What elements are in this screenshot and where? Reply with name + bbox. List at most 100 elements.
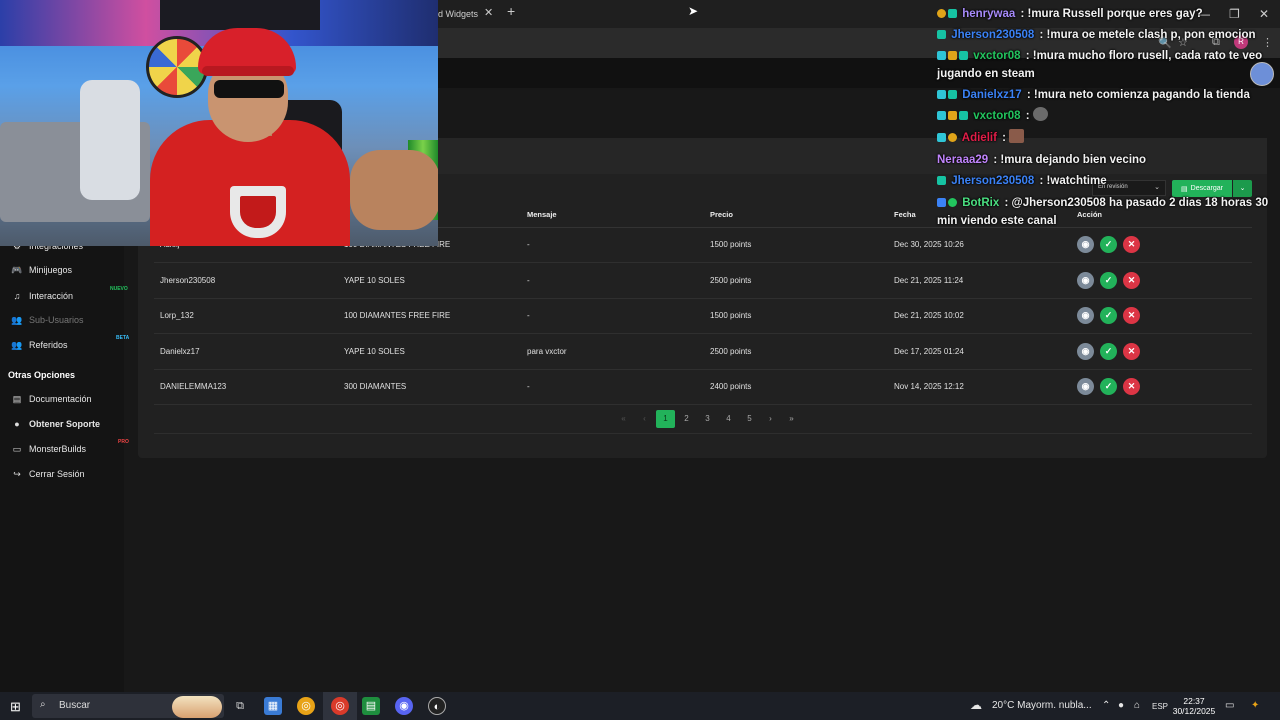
gaming-chair [80,80,140,200]
table-row: Lorp_132 100 DIAMANTES FREE FIRE - 1500 … [154,298,1252,334]
approve-icon[interactable]: ✓ [1100,378,1117,396]
pro-badge: PRO [118,439,129,445]
store-icon[interactable]: ▦ [264,697,282,715]
badge-icon [937,51,946,60]
new-tab-button[interactable]: + [507,3,515,19]
sidebar-item-documentacion[interactable]: ▤ Documentación [10,389,122,409]
sidebar-item-soporte[interactable]: ● Obtener Soporte [10,414,122,434]
sidebar-section-heading: Otras Opciones [8,370,76,380]
last-page-button[interactable]: » [782,410,801,428]
cell-price: 2500 points [704,333,888,370]
chat-username: Danielxz17 [962,89,1022,101]
chat-text: : !watchtime [1036,175,1107,187]
sidebar-item-monsterbuilds[interactable]: ▭ MonsterBuilds PRO [10,439,129,459]
chat-text: : !mura oe metele clash p, pon emocion [1036,29,1256,41]
sidebar-item-label: Cerrar Sesión [29,469,85,479]
approve-icon[interactable]: ✓ [1100,342,1117,360]
cell-message: para vxctor [521,333,704,370]
chrome-profile-icon[interactable]: ◎ [331,697,349,715]
view-icon[interactable]: ◉ [1077,342,1094,360]
sidebar-item-referidos[interactable]: 👥 Referidos BETA [10,335,129,355]
badge-icon [959,51,968,60]
chrome-icon[interactable]: ◎ [297,697,315,715]
approve-icon[interactable]: ✓ [1100,307,1117,325]
streamer-arm [350,150,438,230]
page-button[interactable]: 4 [719,410,738,428]
chat-username: Neraaa29 [937,154,989,166]
cell-message: - [521,298,704,334]
chat-message: Danielxz17 : !mura neto comienza pagando… [937,86,1280,104]
page-button-current[interactable]: 1 [656,410,675,428]
search-icon: ⌕ [40,699,46,710]
reject-icon[interactable]: ✕ [1123,342,1140,360]
windows-start-icon[interactable]: ⊞ [10,699,21,715]
avatar [1250,62,1274,86]
panel-divider [154,433,1252,434]
chat-text: : !mura neto comienza pagando la tienda [1023,89,1250,101]
badge-icon [937,176,946,185]
prev-page-button[interactable]: ‹ [635,410,654,428]
badge-icon [948,9,957,18]
chat-message: Neraaa29 : !mura dejando bien vecino [937,151,1280,169]
sidebar-item-sub-usuarios[interactable]: 👥 Sub-Usuarios [10,310,122,330]
microphone-icon[interactable]: ● [1118,700,1124,711]
chat-message: Jherson230508 : !watchtime [937,172,1280,190]
cell-item: YAPE 10 SOLES [338,262,521,299]
cell-price: 1500 points [704,298,888,334]
discord-icon[interactable]: ◉ [395,697,413,715]
network-icon[interactable]: ⌂ [1134,700,1140,711]
page-button[interactable]: 3 [698,410,717,428]
taskbar: ⊞ ⌕ Buscar ⧉ ▦ ◎ ◎ ▤ ◉ ◐ ☁ 20°C Mayorm. … [0,692,1280,720]
column-header-precio: Precio [704,203,888,228]
approve-icon[interactable]: ✓ [1100,271,1117,289]
sidebar-item-interaccion[interactable]: ♫ Interacción NUEVO [10,286,128,306]
table-row: Danielxz17 YAPE 10 SOLES para vxctor 250… [154,333,1252,370]
sheets-icon[interactable]: ▤ [362,697,380,715]
cell-item: 300 DIAMANTES [338,369,521,405]
sidebar-item-minijuegos[interactable]: 🎮 Minijuegos [10,260,122,280]
sidebar-item-cerrar-sesion[interactable]: ↪ Cerrar Sesión [10,464,122,484]
chat-message: Jherson230508 : !mura oe metele clash p,… [937,26,1280,44]
badge-icon [937,90,946,99]
chat-message: henrywaa : !mura Russell porque eres gay… [937,5,1280,23]
chat-message: vxctor08 : [937,107,1280,125]
weather-text[interactable]: 20°C Mayorm. nubla... [992,700,1092,711]
view-icon[interactable]: ◉ [1077,271,1094,289]
tab-close-icon[interactable]: ✕ [484,6,493,19]
notifications-icon[interactable]: ▭ [1225,700,1234,711]
first-page-button[interactable]: « [614,410,633,428]
page-button[interactable]: 2 [677,410,696,428]
taskbar-search[interactable]: ⌕ Buscar [32,694,224,718]
cell-message: - [521,369,704,405]
chat-username: Adielif [961,132,997,144]
obs-icon[interactable]: ◐ [428,697,446,715]
cell-user: Jherson230508 [154,262,338,299]
shirt-crest-inner [240,196,276,228]
view-icon[interactable]: ◉ [1077,307,1094,325]
badge-icon [937,9,946,18]
task-view-icon[interactable]: ⧉ [231,697,249,715]
reject-icon[interactable]: ✕ [1123,378,1140,396]
badge-icon [948,90,957,99]
reject-icon[interactable]: ✕ [1123,271,1140,289]
clock[interactable]: 22:37 30/12/2025 [1170,696,1218,716]
badge-icon [937,133,946,142]
cell-date: Nov 14, 2025 12:12 [888,369,1071,405]
copilot-icon[interactable]: ✦ [1251,700,1259,711]
screen: d Widgets ✕ + — ❐ ✕ 🔍 ☆ ⧉ ⋮ R ⚙ Integrac… [0,0,1280,720]
cell-user: Danielxz17 [154,333,338,370]
language-indicator[interactable]: ESP [1152,702,1168,711]
sidebar-item-label: Referidos [29,340,68,350]
next-page-button[interactable]: › [761,410,780,428]
reject-icon[interactable]: ✕ [1123,307,1140,325]
chevron-up-icon[interactable]: ⌃ [1102,700,1110,711]
sidebar-item-label: Sub-Usuarios [29,315,84,325]
view-icon[interactable]: ◉ [1077,378,1094,396]
sidebar-item-label: Interacción [29,291,74,301]
cell-actions: ◉ ✓ ✕ [1071,333,1252,370]
music-icon: ♫ [13,291,21,301]
table-row: DANIELEMMA123 300 DIAMANTES - 2400 point… [154,369,1252,405]
page-button[interactable]: 5 [740,410,759,428]
chat-username: Jherson230508 [951,175,1035,187]
clock-time: 22:37 [1183,696,1205,706]
